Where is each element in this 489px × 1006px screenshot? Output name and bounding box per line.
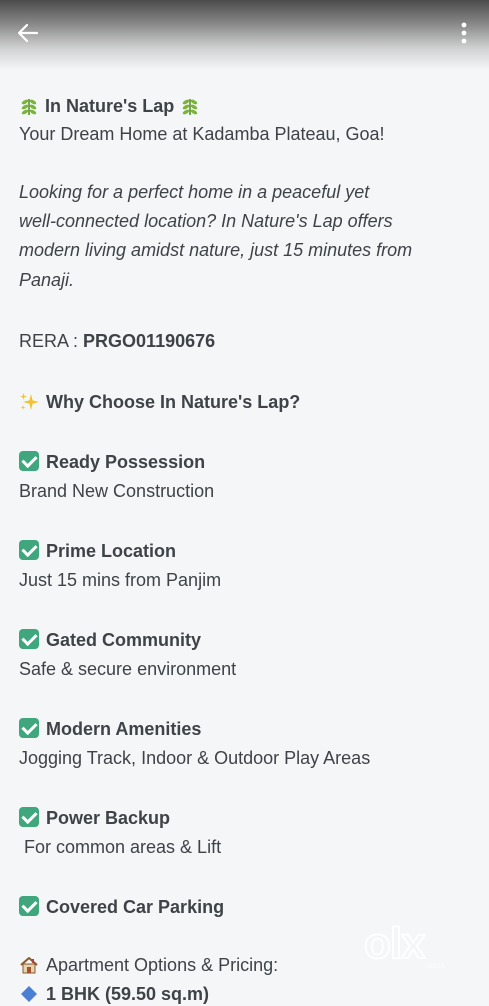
app-bar (0, 0, 489, 70)
olx-region: INDIA (424, 964, 446, 970)
why-choose-heading-line: Why Choose In Nature's Lap? (19, 390, 300, 414)
apartment-options-heading: Apartment Options & Pricing: (46, 955, 279, 975)
apartment-options-heading-line: Apartment Options & Pricing: (19, 953, 278, 977)
feature-detail: For common areas & Lift (19, 837, 222, 857)
rera-label: RERA : (19, 331, 84, 351)
why-choose-heading: Why Choose In Nature's Lap? (46, 392, 301, 412)
back-button[interactable] (10, 16, 46, 50)
arrow-left-icon (17, 23, 39, 43)
feature-title-line: Modern Amenities (19, 717, 201, 741)
house-icon (20, 957, 38, 974)
apartment-option: 1 BHK (59.50 sq.m) (46, 984, 210, 1004)
feature-title: Modern Amenities (46, 719, 202, 739)
description-title: In Nature's Lap (45, 96, 175, 116)
check-mark-icon (19, 540, 39, 560)
intro-line: Panaji. (19, 270, 75, 290)
feature-detail: Jogging Track, Indoor & Outdoor Play Are… (19, 748, 371, 768)
rera-line: RERA : PRGO01190676 (19, 329, 215, 353)
check-mark-icon (19, 718, 39, 738)
check-mark-icon (19, 629, 39, 649)
feature-title: Ready Possession (46, 452, 206, 472)
olx-watermark: olx INDIA (363, 919, 456, 971)
feature-title: Prime Location (46, 541, 177, 561)
feature-detail: Just 15 mins from Panjim (19, 570, 222, 590)
intro-line: modern living amidst nature, just 15 min… (19, 240, 413, 260)
feature-title-line: Gated Community (19, 628, 201, 652)
feature-title: Gated Community (46, 630, 202, 650)
sparkles-icon (20, 393, 39, 410)
feature-detail: Safe & secure environment (19, 659, 237, 679)
feature-title-line: Covered Car Parking (19, 895, 224, 919)
check-mark-icon (19, 896, 39, 916)
rera-number: PRGO01190676 (83, 331, 216, 351)
check-mark-icon (19, 451, 39, 471)
kebab-menu-icon (461, 22, 467, 44)
feature-title-line: Power Backup (19, 806, 170, 830)
more-options-button[interactable] (451, 16, 477, 50)
intro-line: well-connected location? In Nature's Lap… (19, 211, 393, 231)
feature-detail: Brand New Construction (19, 481, 215, 501)
feature-title: Covered Car Parking (46, 897, 225, 917)
blue-diamond-icon (21, 986, 37, 1002)
herb-icon (21, 99, 37, 115)
description-subtitle: Your Dream Home at Kadamba Plateau, Goa! (19, 124, 385, 144)
feature-title-line: Prime Location (19, 539, 176, 563)
herb-icon (183, 99, 198, 115)
apartment-option-line: 1 BHK (59.50 sq.m) (19, 982, 209, 1006)
feature-title: Power Backup (46, 808, 171, 828)
olx-brand: olx (363, 919, 427, 968)
check-mark-icon (19, 807, 39, 827)
feature-title-line: Ready Possession (19, 450, 205, 474)
intro-line: Looking for a perfect home in a peaceful… (19, 182, 370, 202)
description-title-line: In Nature's Lap (19, 94, 200, 118)
